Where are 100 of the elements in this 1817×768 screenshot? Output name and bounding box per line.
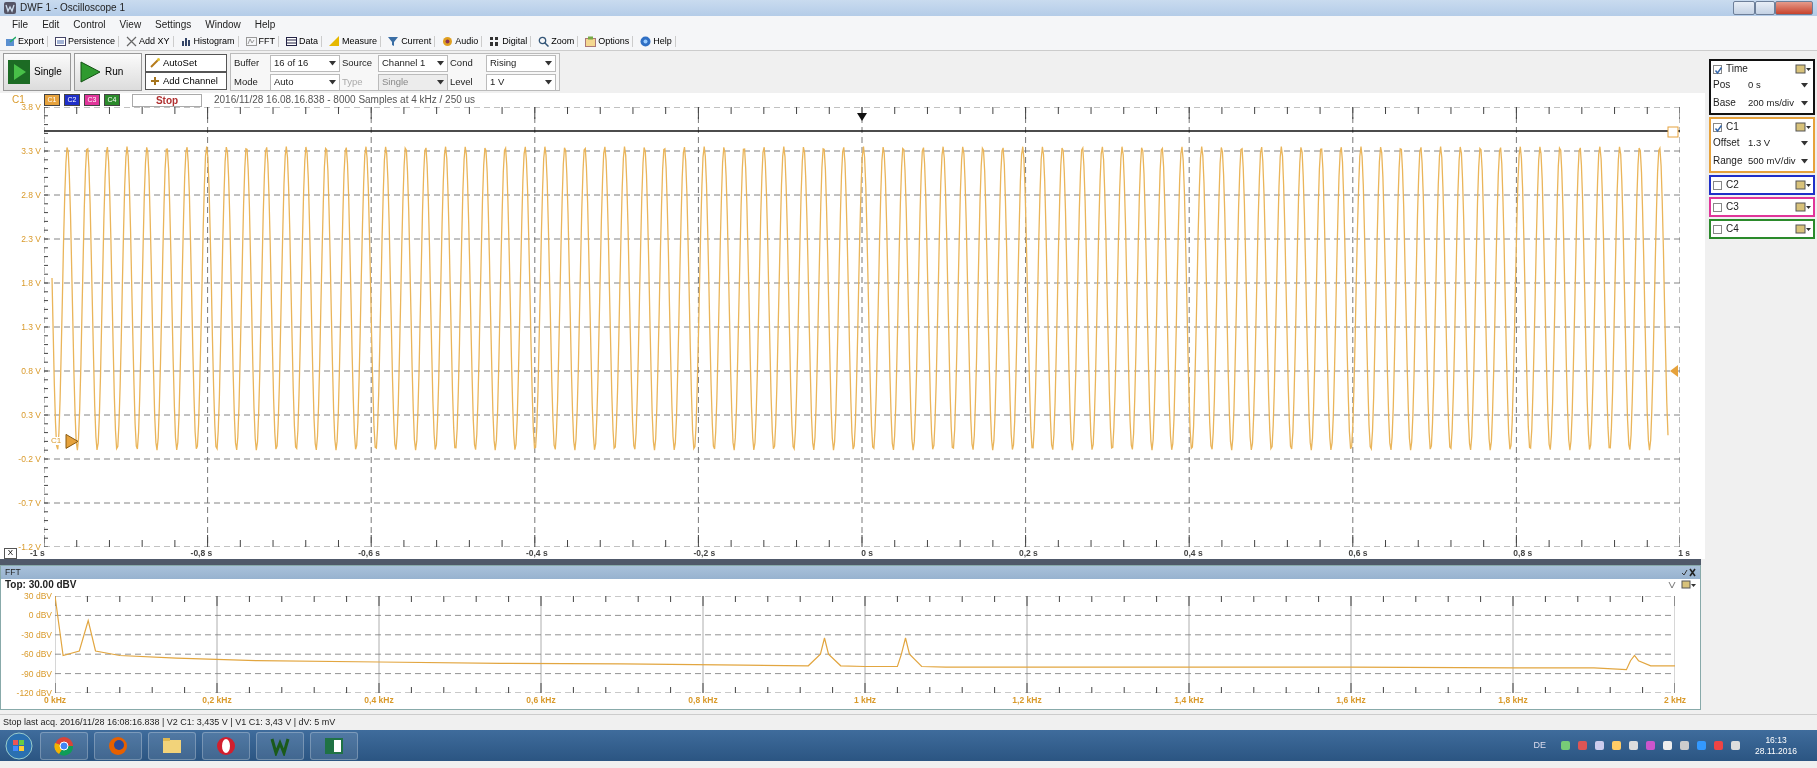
toolbar-button[interactable]: Measure [326,36,382,47]
layers-icon [55,36,66,47]
window-icon [585,36,597,47]
taskbar-button[interactable] [202,731,250,760]
window-title: DWF 1 - Oscilloscope 1 [20,2,126,14]
checkbox[interactable] [1713,202,1722,212]
toolbar-button[interactable]: Zoom [535,36,579,47]
toolbar-button[interactable]: FFT [242,36,280,47]
taskbar-button[interactable] [256,731,304,760]
spreadsheet-icon [324,735,344,756]
checkbox[interactable] [1713,122,1722,132]
toolbar-button[interactable]: Export [2,36,48,47]
taskbar-button[interactable] [148,731,196,760]
settings-icon[interactable] [1668,580,1696,590]
caret-icon [1801,158,1808,164]
single-button[interactable]: Single [3,53,71,91]
x-button[interactable]: X [4,547,17,559]
panel-title: C3 [1726,201,1740,213]
plus-icon [150,76,160,86]
tray-icon[interactable] [1679,740,1691,751]
menu-item[interactable]: Help [254,18,276,31]
toolbar-button[interactable]: Current [385,36,436,47]
trigger-marker[interactable] [857,113,867,121]
tray-icon[interactable] [1611,740,1623,751]
axis-label: 1,8 kHz [1498,695,1528,706]
run-button[interactable]: Run [74,53,142,91]
browser-icon [108,735,128,756]
ruler-icon [329,36,341,47]
settings-icon[interactable] [1795,64,1811,74]
field-label: Mode [234,76,259,88]
dropdown-field[interactable]: Rising [486,54,556,72]
caret-icon [329,60,336,66]
close-icon[interactable] [1680,568,1696,577]
menu-item[interactable]: View [119,18,142,31]
axis-label: 1 s [1678,547,1690,559]
minimize-button[interactable] [1733,1,1755,15]
panel-title: Time [1726,63,1749,75]
start-icon[interactable] [4,731,34,760]
checkbox[interactable] [1713,64,1722,74]
toolbar-button[interactable]: Persistence [52,36,120,47]
level-marker[interactable] [1670,365,1678,377]
dropdown-field[interactable]: 16 of 16 [270,54,340,72]
field-label: Buffer [234,57,261,69]
tray-icon[interactable] [1628,740,1640,751]
taskbar-button[interactable] [40,731,88,760]
marker-tab[interactable] [1667,126,1679,138]
axis-label: 0,6 kHz [526,695,556,706]
taskbar-button[interactable] [310,731,358,760]
settings-icon[interactable] [1795,122,1811,132]
toolbar-button[interactable]: Options [582,36,634,47]
stop-button[interactable]: Stop [132,93,202,107]
field-label: Range [1713,155,1743,167]
field-label: Offset [1713,137,1741,149]
tray-icon[interactable] [1730,740,1742,751]
tray-icon[interactable] [1594,740,1606,751]
toolbar-button[interactable]: Digital [486,36,532,47]
toolbar-button[interactable]: Help [637,36,676,47]
toolbar-button[interactable]: Histogram [177,36,239,47]
wand-icon [150,58,160,68]
clock[interactable]: 16:13 28.11.2016 [1755,735,1797,756]
caret-icon [1801,100,1808,106]
tray-icon[interactable] [1662,740,1674,751]
axis-label: 0,8 kHz [688,695,718,706]
toolbar-button[interactable]: Audio [439,36,483,47]
panel-title: C2 [1726,179,1740,191]
dropdown-field[interactable]: Channel 1 [378,54,448,72]
menu-item[interactable]: Edit [42,18,60,31]
language-indicator[interactable]: DE [1533,740,1547,751]
axis-label: 1,6 kHz [1336,695,1366,706]
channel-marker[interactable] [65,433,79,449]
checkbox[interactable] [1713,224,1722,234]
field-label: Type [342,76,364,88]
add-channel-button[interactable]: Add Channel [145,72,227,90]
settings-icon[interactable] [1795,180,1811,190]
tray-icon[interactable] [1560,740,1572,751]
menu-item[interactable]: Window [205,18,241,31]
menu-item[interactable]: Settings [155,18,192,31]
menu-item[interactable]: File [12,18,29,31]
axis-label: 0 s [861,547,873,559]
caret-icon [329,79,336,85]
dropdown-field[interactable]: Auto [270,73,340,91]
caret-icon [437,60,444,66]
menu-item[interactable]: Control [73,18,106,31]
field-label: Pos [1713,79,1732,91]
channel-label: C1 [11,94,25,105]
status-text: Stop last acq. 2016/11/28 16:08:16.838 | V2 C1: 3,435 V | V1 C1: 3,43 V | dV: 5 mV [3,717,336,728]
settings-icon[interactable] [1795,224,1811,234]
autoset-button[interactable]: AutoSet [145,54,227,72]
settings-icon[interactable] [1795,202,1811,212]
maximize-button[interactable] [1755,1,1775,15]
bar-chart-icon [180,36,192,47]
taskbar-button[interactable] [94,731,142,760]
checkbox[interactable] [1713,180,1722,190]
dropdown-field: Single [378,73,448,91]
folder-icon [162,735,182,756]
toolbar-button[interactable]: Add XY [123,36,174,47]
axis-label: 2.8 V [21,189,41,201]
dropdown-field[interactable]: 1 V [486,73,556,91]
toolbar-button[interactable]: Data [283,36,323,47]
axis-label: 1.8 V [21,277,41,289]
